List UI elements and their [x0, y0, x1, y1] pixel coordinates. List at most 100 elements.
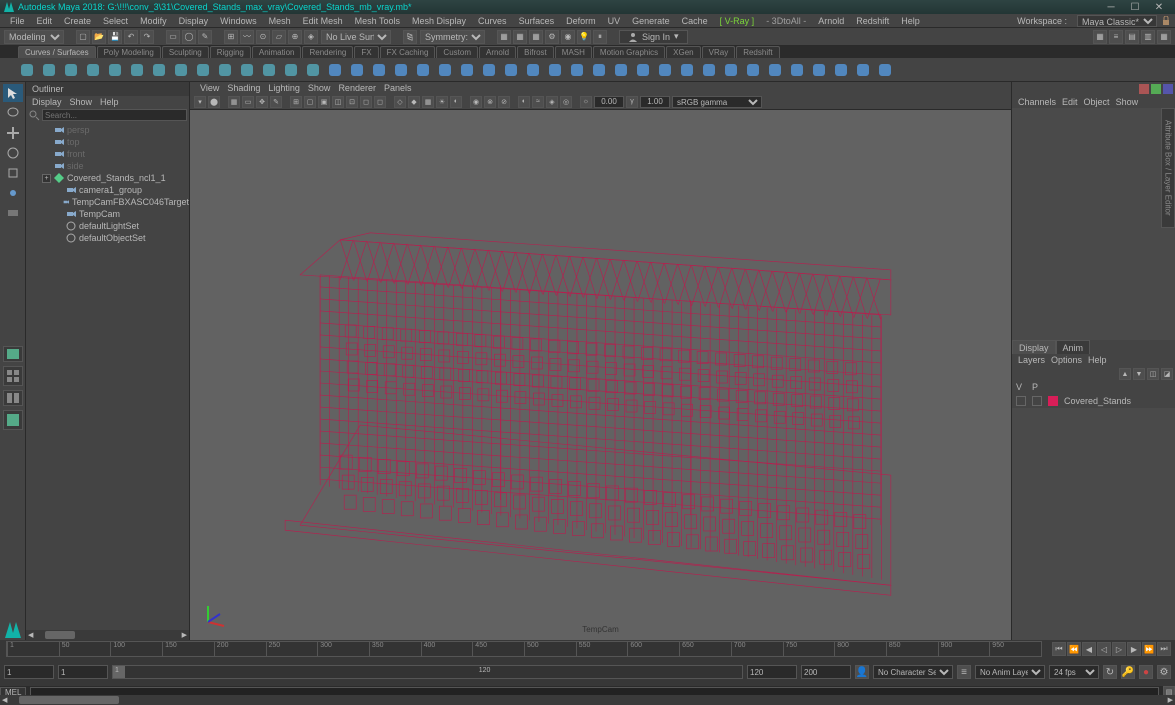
- menu-set-dropdown[interactable]: Modeling: [4, 30, 64, 44]
- open-scene-icon[interactable]: 📂: [92, 30, 106, 44]
- menu-meshtools[interactable]: Mesh Tools: [349, 16, 406, 26]
- menu-curves[interactable]: Curves: [472, 16, 513, 26]
- shelf-tab-fx[interactable]: FX: [354, 46, 378, 58]
- vp-image-plane-icon[interactable]: ▭: [242, 96, 254, 108]
- vp-shaded-icon[interactable]: ◆: [408, 96, 420, 108]
- layer-menu-options[interactable]: Options: [1051, 355, 1082, 365]
- expand-icon[interactable]: +: [42, 174, 51, 183]
- vp-dof-icon[interactable]: ◎: [560, 96, 572, 108]
- ch-menu-channels[interactable]: Channels: [1018, 97, 1056, 107]
- shelf-bevel-icon[interactable]: [590, 61, 608, 79]
- layer-row-covered-stands[interactable]: Covered_Stands: [1012, 394, 1175, 408]
- shelf-sculpt-icon[interactable]: [722, 61, 740, 79]
- layer-movedown-icon[interactable]: ▼: [1133, 368, 1145, 380]
- soft-select-icon[interactable]: [3, 204, 23, 222]
- character-set-dropdown[interactable]: No Character Set: [873, 665, 953, 679]
- vp-ao-icon[interactable]: ◐: [518, 96, 530, 108]
- shelf-trim-icon[interactable]: [656, 61, 674, 79]
- menu-select[interactable]: Select: [97, 16, 134, 26]
- shelf-text-icon[interactable]: [172, 61, 190, 79]
- range-slider[interactable]: 1 120: [112, 665, 743, 679]
- menu-editmesh[interactable]: Edit Mesh: [297, 16, 349, 26]
- tree-row[interactable]: defaultObjectSet: [26, 232, 189, 244]
- outliner-scrollbar[interactable]: ◀▶: [26, 630, 189, 640]
- menu-cache[interactable]: Cache: [676, 16, 714, 26]
- rotate-tool-icon[interactable]: [3, 144, 23, 162]
- ch-menu-object[interactable]: Object: [1084, 97, 1110, 107]
- shelf-untrim-icon[interactable]: [678, 61, 696, 79]
- snap-live-icon[interactable]: ◈: [304, 30, 318, 44]
- shelf-stitch-icon[interactable]: [700, 61, 718, 79]
- hypershade-icon[interactable]: ◉: [561, 30, 575, 44]
- workspace-dropdown[interactable]: Maya Classic*: [1077, 15, 1157, 27]
- tree-row[interactable]: persp: [26, 124, 189, 136]
- minimize-button[interactable]: ─: [1099, 1, 1123, 13]
- vp-xray-icon[interactable]: ⊗: [484, 96, 496, 108]
- shelf-tab-custom[interactable]: Custom: [436, 46, 478, 58]
- range-end-full[interactable]: [801, 665, 851, 679]
- tree-row[interactable]: defaultLightSet: [26, 220, 189, 232]
- outliner-menu-help[interactable]: Help: [100, 97, 119, 107]
- vp-xray-joint-icon[interactable]: ⊘: [498, 96, 510, 108]
- shelf-square-icon[interactable]: [40, 61, 58, 79]
- prefs-icon[interactable]: ⚙: [1157, 665, 1171, 679]
- shelf-insert-iso-icon[interactable]: [810, 61, 828, 79]
- anim-layer-icon[interactable]: ≡: [957, 665, 971, 679]
- vp-menu-renderer[interactable]: Renderer: [338, 83, 376, 93]
- snap-point-icon[interactable]: ⊙: [256, 30, 270, 44]
- render-settings-icon[interactable]: ⚙: [545, 30, 559, 44]
- shelf-tab-redshift[interactable]: Redshift: [736, 46, 779, 58]
- vp-2d-pan-icon[interactable]: ✥: [256, 96, 268, 108]
- ch-menu-show[interactable]: Show: [1116, 97, 1139, 107]
- menu-3dtoall[interactable]: - 3DtoAll -: [760, 16, 812, 26]
- shelf-tab-render[interactable]: Rendering: [302, 46, 353, 58]
- shelf-tab-poly[interactable]: Poly Modeling: [97, 46, 161, 58]
- select-mode-icon[interactable]: ▭: [166, 30, 180, 44]
- vp-menu-panels[interactable]: Panels: [384, 83, 412, 93]
- vp-light-icon[interactable]: ☀: [436, 96, 448, 108]
- vp-exposure-icon[interactable]: ☼: [580, 96, 592, 108]
- tree-row[interactable]: TempCam: [26, 208, 189, 220]
- shelf-boundary-icon[interactable]: [546, 61, 564, 79]
- layer-scrollbar[interactable]: ◀▶: [0, 695, 1175, 705]
- menu-mesh[interactable]: Mesh: [263, 16, 297, 26]
- menu-surfaces[interactable]: Surfaces: [513, 16, 561, 26]
- light-editor-icon[interactable]: 💡: [577, 30, 591, 44]
- layer-new-selected-icon[interactable]: ◪: [1161, 368, 1173, 380]
- attribute-editor-side-tab[interactable]: Attribute Box / Layer Editor: [1161, 108, 1175, 228]
- menu-redshift[interactable]: Redshift: [850, 16, 895, 26]
- tree-row[interactable]: +Covered_Stands_ncl1_1: [26, 172, 189, 184]
- menu-display[interactable]: Display: [173, 16, 215, 26]
- move-tool-icon[interactable]: [3, 124, 23, 142]
- maximize-button[interactable]: ☐: [1123, 1, 1147, 13]
- vp-gamma-value[interactable]: [640, 96, 670, 108]
- shelf-birail-icon[interactable]: [524, 61, 542, 79]
- auto-key-icon[interactable]: 🔑: [1121, 665, 1135, 679]
- shelf-tab-bifrost[interactable]: Bifrost: [517, 46, 554, 58]
- snap-center-icon[interactable]: ⊕: [288, 30, 302, 44]
- shelf-bezier-icon[interactable]: [106, 61, 124, 79]
- time-ruler[interactable]: 1501001502002503003504004505005506006507…: [6, 641, 1042, 657]
- menu-uv[interactable]: UV: [602, 16, 627, 26]
- vp-menu-view[interactable]: View: [200, 83, 219, 93]
- toggle-attr-icon[interactable]: ▤: [1125, 30, 1139, 44]
- menu-meshdisplay[interactable]: Mesh Display: [406, 16, 472, 26]
- set-key-icon[interactable]: ●: [1139, 665, 1153, 679]
- toggle-tool-icon[interactable]: ▥: [1141, 30, 1155, 44]
- step-back-key-icon[interactable]: ⏪: [1067, 642, 1081, 656]
- shelf-detach-icon[interactable]: [216, 61, 234, 79]
- ch-menu-edit[interactable]: Edit: [1062, 97, 1078, 107]
- sign-in-button[interactable]: Sign In ▾: [619, 30, 688, 44]
- shelf-offset-surf-icon[interactable]: [854, 61, 872, 79]
- shelf-attach-surf-icon[interactable]: [766, 61, 784, 79]
- shelf-extend-icon[interactable]: [260, 61, 278, 79]
- vp-colorspace-dropdown[interactable]: sRGB gamma: [672, 96, 762, 108]
- vp-bookmark-icon[interactable]: ▦: [228, 96, 240, 108]
- step-fwd-key-icon[interactable]: ⏩: [1142, 642, 1156, 656]
- shelf-rebuild-icon[interactable]: [304, 61, 322, 79]
- layout-custom-icon[interactable]: [3, 410, 23, 430]
- search-icon[interactable]: [28, 109, 40, 121]
- vp-texture-icon[interactable]: ▦: [422, 96, 434, 108]
- vp-isolate-icon[interactable]: ◉: [470, 96, 482, 108]
- shelf-cube-icon[interactable]: [370, 61, 388, 79]
